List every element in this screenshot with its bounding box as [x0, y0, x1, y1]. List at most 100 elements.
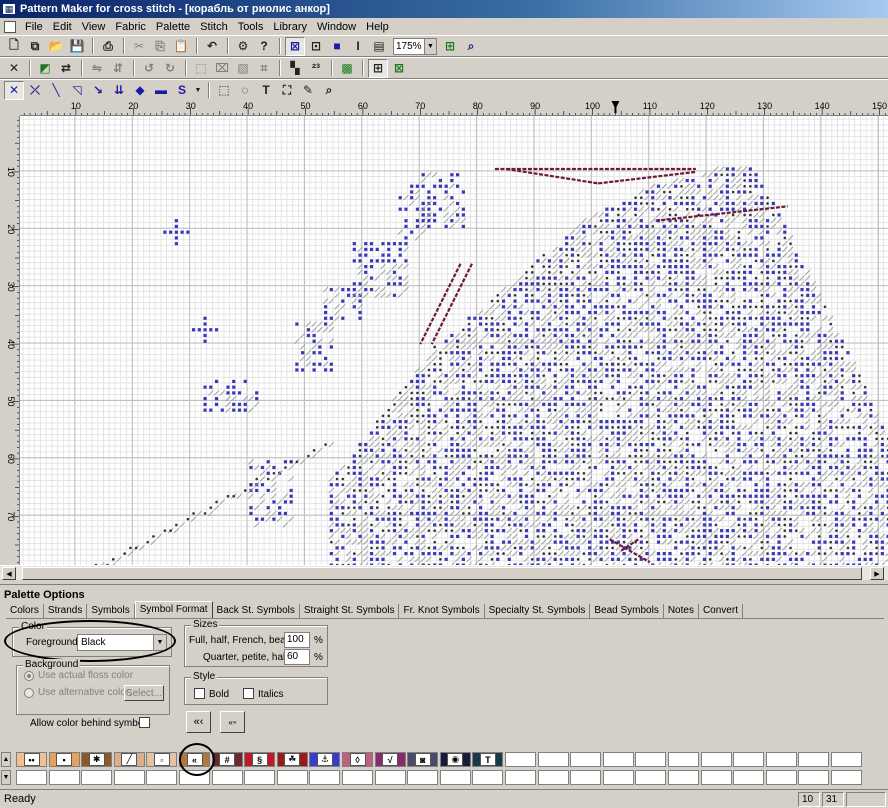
- zoom-select[interactable]: 175% ▼: [393, 37, 437, 55]
- tab-symbol-format[interactable]: Symbol Format: [134, 601, 213, 618]
- lasso-icon[interactable]: ◌: [235, 81, 255, 100]
- fill-icon[interactable]: ▧: [233, 59, 253, 78]
- palette-empty-slot[interactable]: [113, 770, 145, 785]
- palette-swatch[interactable]: [570, 752, 602, 767]
- text-cursor-icon[interactable]: I: [348, 37, 368, 56]
- palette-empty-slot[interactable]: [439, 770, 471, 785]
- symbol-preview-small-icon[interactable]: ««: [220, 711, 245, 733]
- quarter-size-input[interactable]: 60: [284, 649, 310, 665]
- document-icon[interactable]: [4, 20, 16, 33]
- new-from-icon[interactable]: ⧉: [25, 37, 45, 56]
- scroll-left-icon[interactable]: ◀: [2, 567, 16, 580]
- rotate-right-icon[interactable]: ↻: [160, 59, 180, 78]
- palette-swatch[interactable]: [733, 752, 765, 767]
- rotate-left-icon[interactable]: ↺: [139, 59, 159, 78]
- horizontal-scrollbar[interactable]: ◀ ▶: [0, 565, 888, 580]
- half-stitch-icon[interactable]: ╲: [46, 81, 66, 100]
- palette-empty-slot[interactable]: [48, 770, 80, 785]
- symbol-preview-large-icon[interactable]: «‹: [186, 711, 211, 733]
- palette-empty-slot[interactable]: [211, 770, 243, 785]
- view-stitches-icon[interactable]: ⊠: [285, 36, 305, 56]
- back-stitch-icon[interactable]: ↘: [88, 81, 108, 100]
- menu-edit[interactable]: Edit: [48, 21, 77, 33]
- palette-swatch[interactable]: «: [179, 752, 210, 767]
- palette-swatch[interactable]: ••: [16, 752, 47, 767]
- tab-colors[interactable]: Colors: [6, 603, 44, 618]
- copy-icon[interactable]: ⎘: [150, 37, 170, 56]
- flip-horizontal-icon[interactable]: ⇋: [87, 59, 107, 78]
- three-quarter-stitch-icon[interactable]: ⤫: [25, 81, 45, 100]
- tab-bead-symbols[interactable]: Bead Symbols: [590, 603, 664, 618]
- palette-swatch[interactable]: [537, 752, 569, 767]
- use-alt-radio[interactable]: [24, 688, 34, 698]
- palette-empty-slot[interactable]: [81, 770, 113, 785]
- palette-empty-slot[interactable]: [146, 770, 178, 785]
- palette-empty-slot[interactable]: [342, 770, 373, 785]
- menu-window[interactable]: Window: [312, 21, 361, 33]
- select-button[interactable]: Select...: [124, 685, 164, 701]
- palette-empty-slot[interactable]: [244, 770, 276, 785]
- palette-empty-slot[interactable]: [765, 770, 797, 785]
- palette-empty-slot[interactable]: [570, 770, 602, 785]
- palette-swatch[interactable]: §: [244, 752, 276, 767]
- properties-icon[interactable]: ⚙: [233, 37, 253, 56]
- palette-empty-slot[interactable]: [668, 770, 699, 785]
- tab-fr-knot-symbols[interactable]: Fr. Knot Symbols: [399, 603, 485, 618]
- palette-swatch[interactable]: ☘: [276, 752, 308, 767]
- count-icon[interactable]: ²³: [306, 59, 326, 78]
- tab-specialty-st-symbols[interactable]: Specialty St. Symbols: [485, 603, 591, 618]
- fill-bucket-icon[interactable]: ⛶: [277, 81, 297, 100]
- scroll-down-icon[interactable]: ▼: [1, 770, 11, 785]
- pattern-icon[interactable]: ▩: [337, 59, 357, 78]
- tab-straight-st-symbols[interactable]: Straight St. Symbols: [300, 603, 400, 618]
- palette-swatch[interactable]: [505, 752, 536, 767]
- cross-stitch-view-icon[interactable]: ⊠: [389, 59, 409, 78]
- palette-swatch[interactable]: [602, 752, 634, 767]
- palette-empty-slot[interactable]: [179, 770, 210, 785]
- menu-help[interactable]: Help: [361, 21, 394, 33]
- menu-tools[interactable]: Tools: [233, 21, 269, 33]
- palette-swatch[interactable]: [635, 752, 667, 767]
- pattern-grid[interactable]: [20, 116, 888, 565]
- text-tool-icon[interactable]: T: [256, 81, 276, 100]
- scroll-up-icon[interactable]: ▲: [1, 752, 11, 767]
- palette-swatch[interactable]: ◙: [407, 752, 439, 767]
- palette-swatch[interactable]: T: [472, 752, 504, 767]
- open-icon[interactable]: 📂: [46, 37, 66, 56]
- cut-icon[interactable]: ✂: [129, 37, 149, 56]
- french-knot-icon[interactable]: ◆: [130, 81, 150, 100]
- full-stitch-icon[interactable]: ✕: [4, 80, 24, 100]
- menu-palette[interactable]: Palette: [151, 21, 195, 33]
- foreground-select[interactable]: Black ▼: [77, 634, 167, 651]
- palette-swatch[interactable]: #: [211, 752, 243, 767]
- grid-icon[interactable]: ⊞: [368, 58, 388, 78]
- palette-swatch[interactable]: ◊: [342, 752, 373, 767]
- tab-notes[interactable]: Notes: [664, 603, 699, 618]
- eyedropper-icon[interactable]: ✎: [298, 81, 318, 100]
- palette-swatch[interactable]: ▪: [48, 752, 80, 767]
- replace-color-icon[interactable]: ◩: [35, 59, 55, 78]
- page-icon[interactable]: ▤: [369, 37, 389, 56]
- palette-empty-slot[interactable]: [309, 770, 341, 785]
- bold-checkbox[interactable]: [194, 688, 205, 699]
- menu-library[interactable]: Library: [268, 21, 312, 33]
- use-actual-radio[interactable]: [24, 671, 34, 681]
- scroll-right-icon[interactable]: ▶: [870, 567, 884, 580]
- quarter-stitch-icon[interactable]: ◹: [67, 81, 87, 100]
- menu-view[interactable]: View: [77, 21, 111, 33]
- palette-empty-slot[interactable]: [407, 770, 439, 785]
- tab-symbols[interactable]: Symbols: [87, 603, 135, 618]
- undo-icon[interactable]: ↶: [202, 37, 222, 56]
- view-symbols-icon[interactable]: ⊡: [306, 37, 326, 56]
- new-icon[interactable]: 🗋: [4, 37, 24, 56]
- palette-swatch[interactable]: [668, 752, 699, 767]
- palette-empty-slot[interactable]: [700, 770, 732, 785]
- full-size-input[interactable]: 100: [284, 632, 310, 648]
- magnifier-icon[interactable]: ⌕: [319, 81, 339, 100]
- swap-color-icon[interactable]: ⇄: [56, 59, 76, 78]
- italics-checkbox[interactable]: [243, 688, 254, 699]
- palette-empty-slot[interactable]: [472, 770, 504, 785]
- save-icon[interactable]: 💾: [67, 37, 87, 56]
- tab-back-st-symbols[interactable]: Back St. Symbols: [213, 603, 300, 618]
- tab-strands[interactable]: Strands: [44, 603, 88, 618]
